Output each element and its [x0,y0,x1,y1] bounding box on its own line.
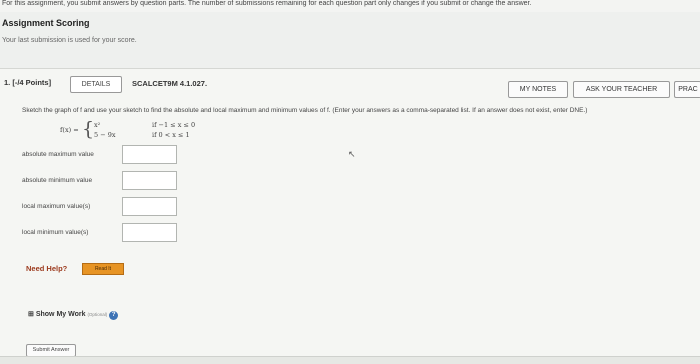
question-card: 1. [-/4 Points] DETAILS SCALCET9M 4.1.02… [0,68,700,364]
piece-2-expression: 5 − 9x [94,131,116,139]
local-minimum-input[interactable] [122,223,177,242]
assignment-intro: For this assignment, you submit answers … [0,0,700,12]
show-my-work-optional: (Optional) [87,312,108,317]
piecewise-function: f(x) = { x² if −1 ≤ x ≤ 0 5 − 9x if 0 < … [60,119,200,141]
info-icon[interactable]: ? [109,311,119,320]
ask-teacher-button[interactable]: ASK YOUR TEACHER [573,81,670,98]
question-code: SCALCET9M 4.1.027. [132,79,208,88]
local-minimum-label: local minimum value(s) [22,229,89,236]
question-prompt: Sketch the graph of f and use your sketc… [22,107,588,114]
need-help-label: Need Help? [26,264,68,273]
mouse-cursor-icon: ↖ [348,149,356,159]
assignment-scoring-note: Your last submission is used for your sc… [2,37,137,44]
piece-1-condition: if −1 ≤ x ≤ 0 [152,121,196,129]
my-notes-button[interactable]: MY NOTES [508,81,568,98]
plus-square-icon: ⊞ [28,311,34,318]
absolute-minimum-input[interactable] [122,171,177,190]
practice-button[interactable]: PRAC [674,81,700,98]
show-my-work-label: Show My Work [35,311,86,318]
assignment-scoring-title: Assignment Scoring [2,18,90,28]
piece-1-expression: x² [94,121,101,129]
absolute-maximum-input[interactable] [122,145,177,164]
show-my-work-toggle[interactable]: ⊞ Show My Work (Optional) ? [28,310,119,320]
absolute-minimum-label: absolute minimum value [22,177,93,184]
absolute-maximum-label: absolute maximum value [22,151,94,158]
question-number-points: 1. [-/4 Points] [4,78,52,87]
read-it-button[interactable]: Read It [82,263,124,275]
next-question-strip [0,356,700,364]
local-maximum-input[interactable] [122,197,177,216]
local-maximum-label: local maximum value(s) [22,203,91,210]
piece-2-condition: if 0 < x ≤ 1 [152,131,190,139]
brace-icon: { [82,118,95,140]
details-button[interactable]: DETAILS [70,76,122,93]
function-lhs: f(x) = [60,126,79,134]
